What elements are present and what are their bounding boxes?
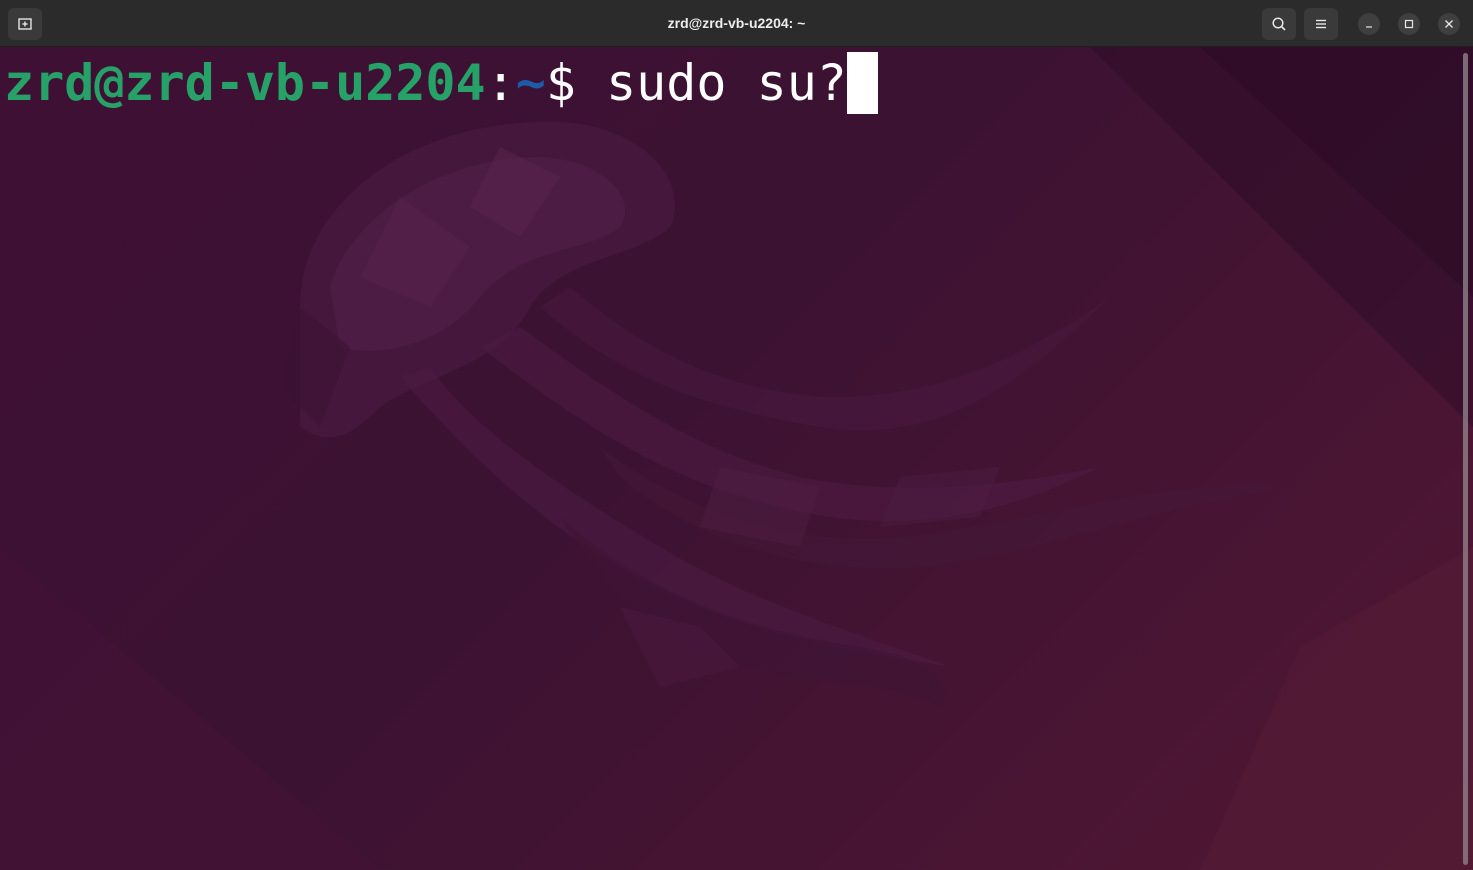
command-text: sudo su?: [606, 54, 847, 112]
prompt-path: ~: [515, 54, 546, 112]
terminal-window: zrd@zrd-vb-u2204: ~ zrd@zrd-vb-u2204:~$ …: [0, 0, 1473, 870]
maximize-button[interactable]: [1398, 13, 1420, 35]
close-button[interactable]: [1438, 13, 1460, 35]
text-cursor: [846, 52, 878, 114]
prompt-colon: :: [485, 54, 516, 112]
jellyfish-wallpaper-art: [0, 47, 1473, 870]
window-title: zrd@zrd-vb-u2204: ~: [667, 15, 806, 31]
terminal-area[interactable]: zrd@zrd-vb-u2204:~$ sudo su?: [0, 47, 1473, 870]
title-bar[interactable]: zrd@zrd-vb-u2204: ~: [0, 0, 1473, 47]
scrollbar[interactable]: [1463, 53, 1468, 865]
prompt-user-host: zrd@zrd-vb-u2204: [4, 54, 486, 112]
command-line[interactable]: zrd@zrd-vb-u2204:~$ sudo su?: [4, 51, 878, 115]
search-button[interactable]: [1262, 8, 1296, 40]
prompt-symbol: $: [545, 54, 607, 112]
minimize-button[interactable]: [1358, 13, 1380, 35]
menu-button[interactable]: [1304, 8, 1338, 40]
